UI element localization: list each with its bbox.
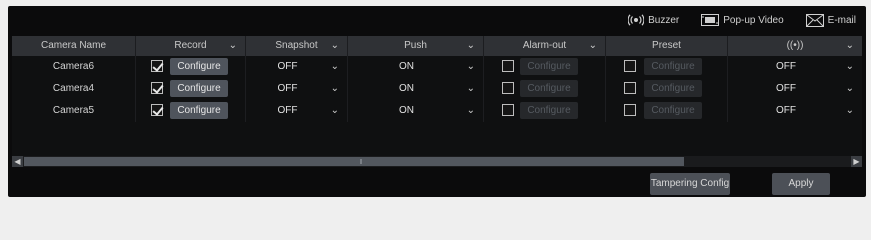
chevron-down-icon: ⌄: [845, 61, 854, 72]
camera-name: Camera6: [12, 56, 136, 78]
popup-video-icon: [701, 14, 720, 26]
camera-name: Camera4: [12, 78, 136, 100]
preset-configure-button: Configure: [644, 102, 702, 119]
snapshot-value: OFF: [277, 105, 298, 116]
push-value: ON: [399, 61, 414, 72]
snapshot-value: OFF: [277, 83, 298, 94]
email-toggle[interactable]: E-mail: [805, 13, 856, 27]
alarm-linkage-panel: Buzzer Pop-up Video E-mail Camera Name R…: [8, 6, 866, 197]
chevron-down-icon: ⌄: [845, 40, 854, 51]
record-checkbox[interactable]: [151, 82, 163, 94]
chevron-down-icon: ⌄: [330, 40, 339, 51]
scroll-right-icon[interactable]: ▶: [851, 156, 862, 167]
col-alarm-out[interactable]: Alarm-out ⌄: [484, 36, 606, 56]
snapshot-value: OFF: [277, 61, 298, 72]
record-checkbox[interactable]: [151, 104, 163, 116]
preset-checkbox[interactable]: [624, 60, 636, 72]
col-record[interactable]: Record ⌄: [136, 36, 246, 56]
table-row: Camera6 Configure OFF ⌄ ON ⌄ Configure C…: [12, 56, 862, 78]
record-configure-button[interactable]: Configure: [170, 58, 228, 75]
table-row: Camera4 Configure OFF ⌄ ON ⌄ Configure C…: [12, 78, 862, 100]
preset-configure-button: Configure: [644, 80, 702, 97]
buzzer-toggle[interactable]: Buzzer: [628, 14, 679, 26]
table-row: Camera5 Configure OFF ⌄ ON ⌄ Configure C…: [12, 100, 862, 122]
record-configure-button[interactable]: Configure: [170, 80, 228, 97]
preset-cell: Configure: [606, 100, 728, 122]
col-push[interactable]: Push ⌄: [348, 36, 484, 56]
chevron-down-icon: ⌄: [845, 83, 854, 94]
snapshot-select[interactable]: OFF ⌄: [246, 78, 348, 100]
record-configure-button[interactable]: Configure: [170, 102, 228, 119]
chevron-down-icon: ⌄: [228, 40, 237, 51]
linkage-toolbar: Buzzer Pop-up Video E-mail: [628, 10, 856, 30]
preset-cell: Configure: [606, 78, 728, 100]
chevron-down-icon: ⌄: [466, 61, 475, 72]
camera-name: Camera5: [12, 100, 136, 122]
alarm-out-configure-button: Configure: [520, 102, 578, 119]
chevron-down-icon: ⌄: [330, 83, 339, 94]
buzzer-select[interactable]: OFF ⌄: [728, 100, 862, 122]
scrollbar-grip: [360, 159, 362, 164]
email-label: E-mail: [827, 14, 856, 26]
chevron-down-icon: ⌄: [466, 83, 475, 94]
popup-video-label: Pop-up Video: [723, 14, 784, 26]
scrollbar-thumb[interactable]: [24, 157, 684, 166]
table-header: Camera Name Record ⌄ Snapshot ⌄ Push ⌄ A…: [12, 36, 862, 56]
horizontal-scrollbar[interactable]: ◀ ▶: [12, 156, 862, 167]
col-preset: Preset: [606, 36, 728, 56]
snapshot-select[interactable]: OFF ⌄: [246, 100, 348, 122]
alarm-out-checkbox[interactable]: [502, 60, 514, 72]
buzzer-value: OFF: [776, 105, 796, 116]
record-cell: Configure: [136, 78, 246, 100]
alarm-out-configure-button: Configure: [520, 80, 578, 97]
chevron-down-icon: ⌄: [466, 40, 475, 51]
chevron-down-icon: ⌄: [588, 40, 597, 51]
push-select[interactable]: ON ⌄: [348, 56, 484, 78]
scroll-left-icon[interactable]: ◀: [12, 156, 23, 167]
apply-button[interactable]: Apply: [772, 173, 830, 195]
preset-configure-button: Configure: [644, 58, 702, 75]
col-buzzer[interactable]: ((•)) ⌄: [728, 36, 862, 56]
chevron-down-icon: ⌄: [330, 61, 339, 72]
buzzer-icon: ((•)): [786, 40, 804, 51]
preset-checkbox[interactable]: [624, 104, 636, 116]
alarm-out-cell: Configure: [484, 78, 606, 100]
preset-cell: Configure: [606, 56, 728, 78]
buzzer-value: OFF: [776, 61, 796, 72]
buzzer-select[interactable]: OFF ⌄: [728, 78, 862, 100]
record-checkbox[interactable]: [151, 60, 163, 72]
record-cell: Configure: [136, 56, 246, 78]
linkage-table: Camera Name Record ⌄ Snapshot ⌄ Push ⌄ A…: [12, 36, 862, 156]
chevron-down-icon: ⌄: [466, 105, 475, 116]
email-icon: [805, 13, 824, 27]
alarm-out-configure-button: Configure: [520, 58, 578, 75]
record-cell: Configure: [136, 100, 246, 122]
push-select[interactable]: ON ⌄: [348, 100, 484, 122]
buzzer-label: Buzzer: [648, 14, 680, 26]
col-snapshot[interactable]: Snapshot ⌄: [246, 36, 348, 56]
popup-video-toggle[interactable]: Pop-up Video: [701, 14, 784, 26]
push-select[interactable]: ON ⌄: [348, 78, 484, 100]
alarm-out-checkbox[interactable]: [502, 82, 514, 94]
alarm-out-checkbox[interactable]: [502, 104, 514, 116]
chevron-down-icon: ⌄: [330, 105, 339, 116]
snapshot-select[interactable]: OFF ⌄: [246, 56, 348, 78]
alarm-out-cell: Configure: [484, 100, 606, 122]
tampering-config-button[interactable]: Tampering Config: [650, 173, 730, 195]
buzzer-select[interactable]: OFF ⌄: [728, 56, 862, 78]
push-value: ON: [399, 83, 414, 94]
preset-checkbox[interactable]: [624, 82, 636, 94]
buzzer-icon: [628, 14, 645, 26]
col-camera-name: Camera Name: [12, 36, 136, 56]
chevron-down-icon: ⌄: [845, 105, 854, 116]
push-value: ON: [399, 105, 414, 116]
buzzer-value: OFF: [776, 83, 796, 94]
alarm-out-cell: Configure: [484, 56, 606, 78]
